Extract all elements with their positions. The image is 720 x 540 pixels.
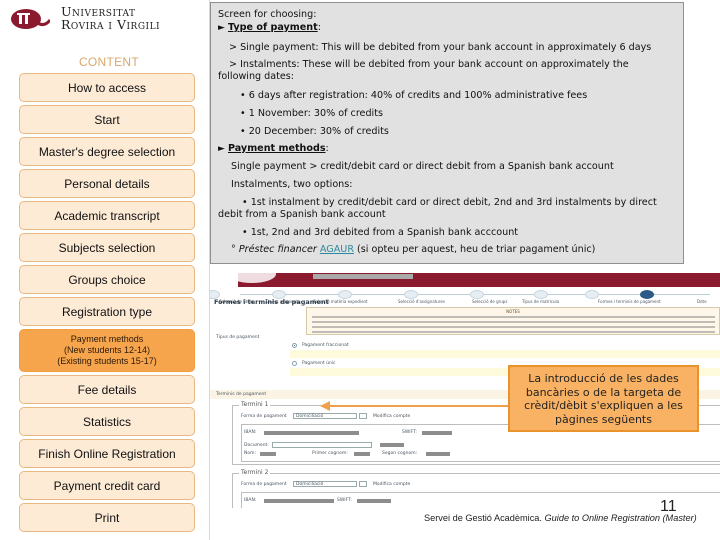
instalment-date-1: • 6 days after registration: 40% of cred… <box>240 90 588 101</box>
sidebar-item-personal-details[interactable]: Personal details <box>19 169 195 198</box>
payment-methods-heading: ► Payment methods: <box>218 143 329 154</box>
type-of-payment-label: Type of payment <box>227 22 318 33</box>
payment-form-select[interactable]: Domiciliació <box>293 481 357 487</box>
term-2-legend: Termini 2 <box>239 469 271 476</box>
sidebar-item-masters-degree-selection[interactable]: Master's degree selection <box>19 137 195 166</box>
redacted-field <box>313 274 413 279</box>
payment-info-box: Screen for choosing: ► Type of payment: … <box>210 2 684 264</box>
callout-arrow-icon <box>320 401 510 411</box>
step-label: Tipus de matrícula <box>522 299 560 304</box>
step-dot <box>534 290 548 299</box>
sidebar-item-groups-choice[interactable]: Groups choice <box>19 265 195 294</box>
triangle-bullet-icon: ► <box>218 23 225 33</box>
document-input[interactable] <box>380 443 404 447</box>
iban-input[interactable] <box>264 431 359 435</box>
step-dot <box>338 290 352 299</box>
swift-input[interactable] <box>357 499 391 503</box>
step-label: Selecció de grups <box>472 299 508 304</box>
instalment-date-2: • 1 November: 30% of credits <box>240 108 383 119</box>
step-dot <box>404 290 418 299</box>
sidebar-item-registration-type[interactable]: Registration type <box>19 297 195 326</box>
sidebar-item-fee-details[interactable]: Fee details <box>19 375 195 404</box>
option-instalments-label: Pagament fraccionat <box>302 343 349 348</box>
bank-data-fieldset: IBAN: SWIFT: Document: Nom: Primer cogno… <box>241 492 720 508</box>
sidebar-item-label: (New students 12-14) <box>63 345 151 355</box>
modify-account-link[interactable]: Modifica compte <box>373 482 410 487</box>
bank-data-callout: La introducció de les dades bancàries o … <box>508 365 699 432</box>
intro-text: Screen for choosing: <box>218 9 317 20</box>
modify-account-link[interactable]: Modifica compte <box>373 414 410 419</box>
single-payment-method: Single payment > credit/debit card or di… <box>231 161 614 172</box>
footer-text: Servei de Gestió Acadèmica. Guide to Onl… <box>424 513 697 523</box>
sidebar-item-label: (Existing students 15-17) <box>57 356 157 366</box>
step-label: Formes i terminis de pagament <box>598 299 661 304</box>
payment-methods-label: Payment methods <box>227 143 326 154</box>
form-header-banner <box>228 268 720 287</box>
step-label: Dete <box>697 299 707 304</box>
iban-input[interactable] <box>264 499 334 503</box>
form-title: Formes i terminis de pagament <box>214 298 329 306</box>
sidebar-item-payment-credit-card[interactable]: Payment credit card <box>19 471 195 500</box>
sidebar-item-print[interactable]: Print <box>19 503 195 532</box>
step-dot <box>470 290 484 299</box>
surname1-input[interactable] <box>354 452 370 456</box>
dropdown-arrow-icon[interactable] <box>359 481 367 487</box>
loan-label: Préstec financer <box>238 244 317 255</box>
university-logo: Universitat Rovira i Virgili <box>8 2 208 36</box>
agaur-link[interactable]: AGAUR <box>320 244 354 255</box>
document-select[interactable] <box>272 442 372 448</box>
loan-note: ° Préstec financer AGAUR (si opteu per a… <box>231 244 596 255</box>
step-dot-current <box>640 290 654 299</box>
university-name-line2: Rovira i Virgili <box>61 17 161 32</box>
radio-single-payment[interactable] <box>292 361 297 366</box>
banner-logo-icon <box>228 268 276 283</box>
sidebar-item-finish-online-registration[interactable]: Finish Online Registration <box>19 439 195 468</box>
type-of-payment-heading: ► Type of payment: <box>218 22 321 33</box>
notes-box: NOTES <box>306 307 720 335</box>
term-1-legend: Termini 1 <box>239 401 271 408</box>
sidebar-title: CONTENT <box>78 55 140 69</box>
sidebar-item-start[interactable]: Start <box>19 105 195 134</box>
radio-instalments[interactable] <box>292 343 297 348</box>
sidebar-item-how-to-access[interactable]: How to access <box>19 73 195 102</box>
instalment-details-row <box>290 350 720 358</box>
single-payment-text: > Single payment: This will be debited f… <box>229 42 652 53</box>
sidebar-item-label: Payment methods <box>70 334 144 344</box>
term-2-fieldset: Termini 2 Forma de pagament Domiciliació… <box>232 469 720 508</box>
option-single-label: Pagament únic <box>302 361 336 366</box>
sidebar-item-subjects-selection[interactable]: Subjects selection <box>19 233 195 262</box>
payment-type-label: Tipus de pagament <box>216 335 260 340</box>
step-dot <box>585 290 599 299</box>
payment-form-select[interactable]: Domiciliació <box>293 413 357 419</box>
instalments-options: Instalments, two options: <box>231 179 353 190</box>
triangle-bullet-icon: ► <box>218 144 225 154</box>
instalment-option-2: • 1st, 2nd and 3rd debited from a Spanis… <box>242 227 519 238</box>
instalment-option-1: • 1st instalment by credit/debit card or… <box>218 197 657 220</box>
dropdown-arrow-icon[interactable] <box>359 413 367 419</box>
sidebar-nav: How to access Start Master's degree sele… <box>19 73 195 535</box>
instalments-text: > Instalments: These will be debited fro… <box>218 59 629 82</box>
step-label: Selecció d'assignatures <box>398 299 445 304</box>
urv-logo-icon <box>11 9 50 29</box>
sidebar-item-statistics[interactable]: Statistics <box>19 407 195 436</box>
university-name: Universitat Rovira i Virgili <box>61 5 160 31</box>
swift-input[interactable] <box>422 431 452 435</box>
name-input[interactable] <box>260 452 276 456</box>
instalment-date-3: • 20 December: 30% of credits <box>240 126 389 137</box>
guide-title: Guide to Online Registration (Master) <box>544 513 697 523</box>
surname2-input[interactable] <box>426 452 450 456</box>
sidebar-item-academic-transcript[interactable]: Academic transcript <box>19 201 195 230</box>
sidebar-item-payment-methods[interactable]: Payment methods (New students 12-14) (Ex… <box>19 329 195 372</box>
